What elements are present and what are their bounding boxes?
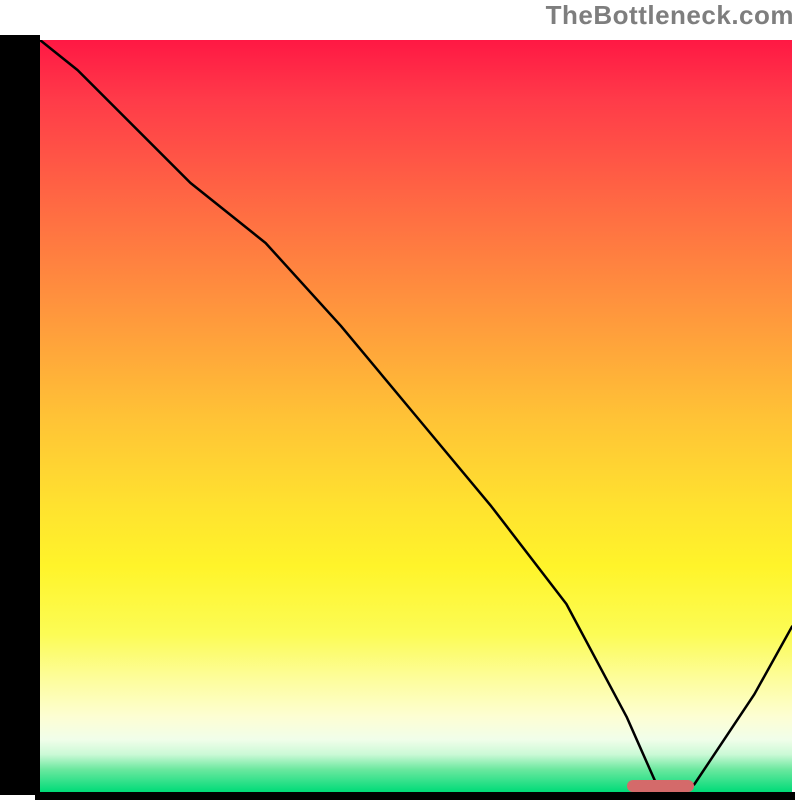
bottleneck-curve bbox=[40, 40, 792, 785]
y-axis bbox=[0, 35, 40, 795]
x-axis bbox=[35, 792, 795, 800]
watermark-text: TheBottleneck.com bbox=[546, 0, 794, 31]
chart-frame: TheBottleneck.com bbox=[0, 0, 800, 800]
plot-area bbox=[40, 40, 792, 792]
curve-layer bbox=[40, 40, 792, 792]
optimal-range-marker bbox=[627, 780, 695, 792]
